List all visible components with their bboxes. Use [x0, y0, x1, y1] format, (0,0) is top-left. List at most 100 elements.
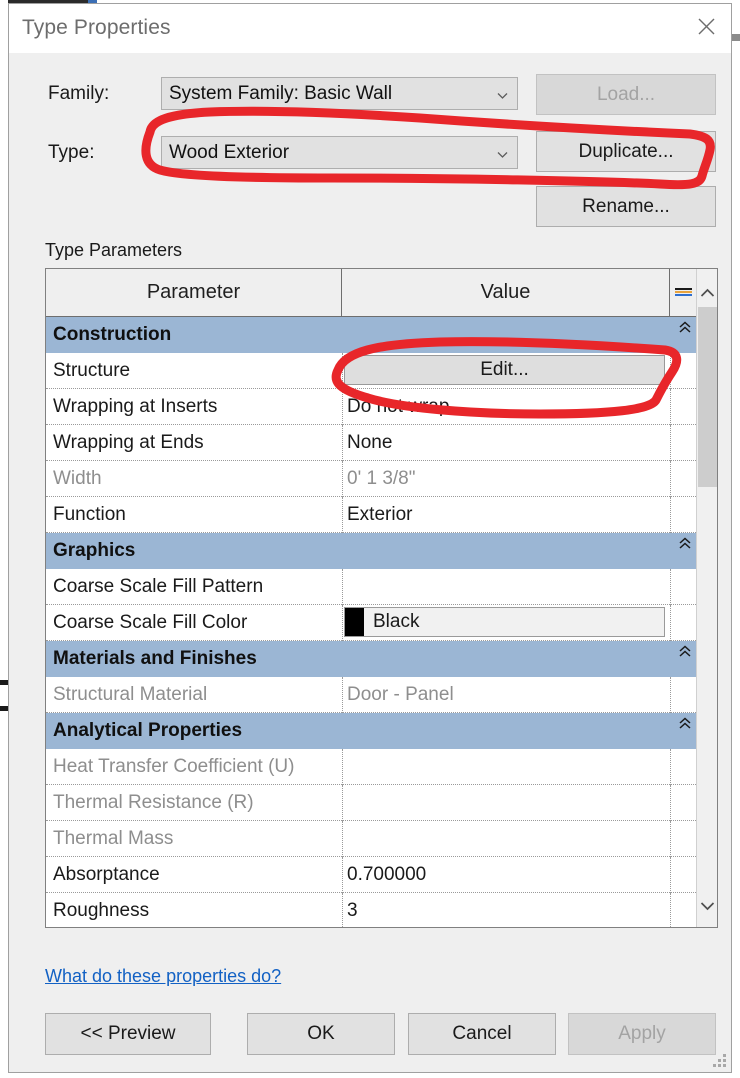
type-parameters-caption: Type Parameters — [45, 240, 183, 260]
parameter-value-cell[interactable]: 0.700000 — [342, 857, 670, 893]
parameter-name-cell: Wrapping at Ends — [53, 432, 204, 453]
type-properties-dialog: Type Properties Family: System Family: B… — [8, 3, 732, 1073]
parameter-section-header[interactable]: Graphics — [46, 533, 698, 569]
parameter-name-cell: Coarse Scale Fill Pattern — [53, 576, 264, 597]
parameter-name-cell: Function — [53, 504, 126, 525]
column-header-parameter[interactable]: Parameter — [46, 269, 342, 316]
structure-edit-button[interactable]: Edit... — [344, 355, 665, 385]
parameter-name-cell: Heat Transfer Coefficient (U) — [53, 756, 295, 777]
family-dropdown-value: System Family: Basic Wall — [169, 83, 393, 104]
parameter-lock-cell[interactable] — [670, 497, 698, 533]
dialog-body: Family: System Family: Basic Wall Type: … — [9, 53, 731, 1072]
parameter-row[interactable]: Absorptance 0.700000 — [46, 857, 698, 893]
grid-header-row: Parameter Value — [46, 269, 717, 316]
parameter-name-cell: Wrapping at Inserts — [53, 396, 218, 417]
apply-button[interactable]: Apply — [568, 1013, 716, 1055]
background-window-right-edge — [731, 34, 740, 41]
parameter-lock-cell[interactable] — [670, 749, 698, 785]
parameter-value-cell[interactable]: 0' 1 3/8" — [342, 461, 670, 497]
double-chevron-up-icon[interactable] — [678, 536, 692, 550]
parameter-value-cell[interactable]: Exterior — [342, 497, 670, 533]
parameter-name-cell: Absorptance — [53, 864, 160, 885]
parameter-value-cell[interactable]: Door - Panel — [342, 677, 670, 713]
parameter-lock-cell[interactable] — [670, 785, 698, 821]
chevron-down-icon — [497, 93, 508, 99]
double-chevron-up-icon[interactable] — [678, 320, 692, 334]
grid-vertical-scrollbar[interactable] — [696, 269, 717, 927]
cancel-button[interactable]: Cancel — [408, 1013, 556, 1055]
parameter-lock-cell[interactable] — [670, 821, 698, 857]
parameter-section-header[interactable]: Analytical Properties — [46, 713, 698, 749]
parameter-value-cell[interactable]: Black — [342, 605, 670, 641]
help-link[interactable]: What do these properties do? — [45, 966, 281, 987]
resize-grip[interactable] — [713, 1054, 727, 1068]
parameter-value-cell[interactable] — [342, 785, 670, 821]
parameter-lock-cell[interactable] — [670, 353, 698, 389]
type-dropdown[interactable]: Wood Exterior — [161, 136, 518, 169]
screen-root: Type Properties Family: System Family: B… — [0, 0, 740, 1078]
duplicate-button[interactable]: Duplicate... — [536, 131, 716, 172]
parameter-value-cell[interactable] — [342, 749, 670, 785]
grid-rows-viewport: Construction Structure Edit... Wrapping at … — [46, 316, 698, 927]
parameter-lock-cell[interactable] — [670, 569, 698, 605]
parameter-value-cell[interactable]: Do not wrap — [342, 389, 670, 425]
parameter-row[interactable]: Wrapping at Inserts Do not wrap — [46, 389, 698, 425]
parameter-value-cell[interactable] — [342, 569, 670, 605]
parameter-row[interactable]: Function Exterior — [46, 497, 698, 533]
parameter-row[interactable]: Width 0' 1 3/8" — [46, 461, 698, 497]
dialog-titlebar: Type Properties — [9, 4, 731, 53]
parameter-lock-cell[interactable] — [670, 461, 698, 497]
scrollbar-thumb[interactable] — [698, 307, 717, 487]
load-button[interactable]: Load... — [536, 74, 716, 115]
parameter-row[interactable]: Wrapping at Ends None — [46, 425, 698, 461]
parameter-row[interactable]: Thermal Mass — [46, 821, 698, 857]
parameter-name-cell: Thermal Resistance (R) — [53, 792, 254, 813]
ok-button[interactable]: OK — [247, 1013, 395, 1055]
parameter-name-cell: Structural Material — [53, 684, 208, 705]
scroll-up-icon[interactable] — [697, 281, 717, 305]
parameter-name-cell: Roughness — [53, 900, 150, 921]
double-chevron-up-icon[interactable] — [678, 644, 692, 658]
parameter-row[interactable]: Roughness 3 — [46, 893, 698, 927]
parameter-row[interactable]: Structural Material Door - Panel — [46, 677, 698, 713]
close-icon[interactable] — [683, 4, 729, 48]
double-chevron-up-icon[interactable] — [678, 716, 692, 730]
parameter-name-cell: Thermal Mass — [53, 828, 174, 849]
parameter-lock-cell[interactable] — [670, 677, 698, 713]
parameter-name-cell: Structure — [53, 360, 131, 381]
parameter-row[interactable]: Coarse Scale Fill Color Black — [46, 605, 698, 641]
parameter-section-header[interactable]: Materials and Finishes — [46, 641, 698, 677]
family-dropdown[interactable]: System Family: Basic Wall — [161, 77, 518, 110]
parameter-row[interactable]: Coarse Scale Fill Pattern — [46, 569, 698, 605]
parameter-section-label: Materials and Finishes — [53, 648, 257, 669]
parameter-section-label: Construction — [53, 324, 172, 345]
column-header-value[interactable]: Value — [342, 269, 670, 316]
column-header-equals[interactable] — [670, 269, 698, 316]
rename-button[interactable]: Rename... — [536, 186, 716, 227]
color-picker-field[interactable]: Black — [344, 607, 665, 637]
parameter-lock-cell[interactable] — [670, 605, 698, 641]
chevron-down-icon — [497, 152, 508, 158]
parameter-lock-cell[interactable] — [670, 893, 698, 927]
parameter-lock-cell[interactable] — [670, 389, 698, 425]
parameter-section-label: Analytical Properties — [53, 720, 243, 741]
parameter-lock-cell[interactable] — [670, 425, 698, 461]
parameter-row[interactable]: Structure Edit... — [46, 353, 698, 389]
type-parameters-grid: Parameter Value Construction Structure Edi… — [45, 268, 718, 928]
parameter-value-cell[interactable] — [342, 821, 670, 857]
parameter-name-cell: Coarse Scale Fill Color — [53, 612, 248, 633]
parameter-value-cell[interactable]: None — [342, 425, 670, 461]
parameter-section-header[interactable]: Construction — [46, 317, 698, 353]
parameter-value-cell[interactable]: Edit... — [342, 353, 670, 389]
equals-lock-icon — [675, 288, 692, 297]
parameter-row[interactable]: Heat Transfer Coefficient (U) — [46, 749, 698, 785]
color-name-label: Black — [373, 611, 420, 632]
scroll-down-icon[interactable] — [697, 893, 717, 917]
preview-button[interactable]: << Preview — [45, 1013, 211, 1055]
parameter-lock-cell[interactable] — [670, 857, 698, 893]
type-dropdown-value: Wood Exterior — [169, 142, 290, 163]
parameter-value-cell[interactable]: 3 — [342, 893, 670, 927]
type-label: Type: — [48, 142, 95, 163]
parameter-row[interactable]: Thermal Resistance (R) — [46, 785, 698, 821]
parameter-name-cell: Width — [53, 468, 102, 489]
